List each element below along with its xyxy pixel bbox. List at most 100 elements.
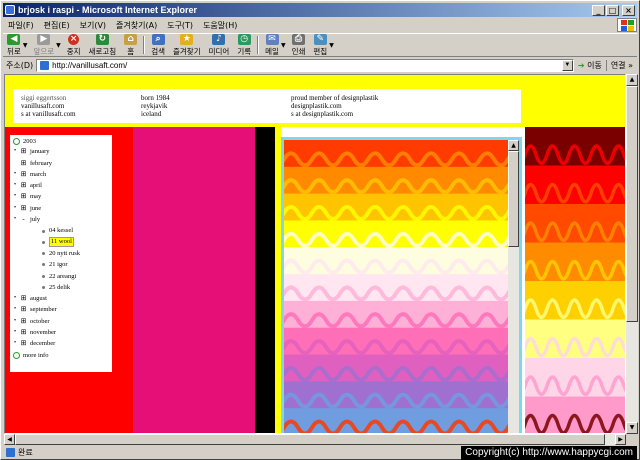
year-item[interactable]: 2003 <box>10 135 112 146</box>
stop-button[interactable]: × 중지 <box>63 33 85 56</box>
print-label: 인쇄 <box>291 46 306 56</box>
links-chevron-icon: » <box>628 61 633 70</box>
scroll-up-icon[interactable]: ▲ <box>626 74 638 86</box>
menu-tools[interactable]: 도구(T) <box>162 20 198 31</box>
month-item-open[interactable]: • - july <box>10 214 112 225</box>
mail-button[interactable]: ✉ 메일 <box>261 33 283 56</box>
scroll-right-icon[interactable]: ▶ <box>615 434 626 445</box>
vertical-scrollbar[interactable]: ▲ ▼ <box>626 74 638 434</box>
post-item[interactable]: 25 delik <box>10 282 112 293</box>
month-label: september <box>30 306 57 314</box>
favorites-button[interactable]: ★ 즐겨찾기 <box>169 33 205 56</box>
window-title: brjosk i raspi - Microsoft Internet Expl… <box>18 5 198 15</box>
expand-plus-icon: ⊞ <box>20 305 27 314</box>
horizontal-scroll-thumb[interactable] <box>15 434 605 445</box>
forward-dropdown-icon[interactable]: ▼ <box>56 42 61 49</box>
author-email-link[interactable]: s at vanillusaft.com <box>21 110 76 118</box>
expand-plus-icon: ⊞ <box>20 147 27 156</box>
expand-plus-icon: ⊞ <box>20 203 27 212</box>
toolbar-separator <box>143 36 146 54</box>
menu-bar: 파일(F) 편집(E) 보기(V) 즐겨찾기(A) 도구(T) 도움말(H) <box>3 18 637 32</box>
maximize-button[interactable]: □ <box>606 4 619 16</box>
scroll-down-icon[interactable]: ▼ <box>626 422 638 434</box>
artwork-scroll-thumb[interactable] <box>508 151 519 247</box>
horizontal-scrollbar[interactable]: ◀ ▶ <box>4 434 626 445</box>
month-item[interactable]: • ⊞ october <box>10 316 112 327</box>
vertical-scroll-thumb[interactable] <box>626 86 638 322</box>
group-email-link[interactable]: s at designplastik.com <box>291 110 378 118</box>
post-item-selected[interactable]: 11 wool <box>10 237 112 248</box>
bullet-icon: • <box>13 170 17 177</box>
post-item[interactable]: 04 kessel <box>10 225 112 236</box>
artwork-frame: ▲ <box>281 137 522 433</box>
more-info-label: more info <box>23 351 49 359</box>
author-site-link[interactable]: vanillusaft.com <box>21 102 76 110</box>
history-button[interactable]: ◷ 기록 <box>233 33 255 56</box>
print-icon: ⎙ <box>291 33 305 45</box>
edit-button[interactable]: ✎ 편집 <box>309 33 331 56</box>
month-item[interactable]: • ⊞ january <box>10 146 112 157</box>
bullet-icon: • <box>13 329 17 336</box>
forward-button[interactable]: ▶ 앞으로 <box>29 33 58 56</box>
post-label: 04 kessel <box>49 227 74 235</box>
mail-dropdown-icon[interactable]: ▼ <box>281 42 286 49</box>
edit-dropdown-icon[interactable]: ▼ <box>329 42 334 49</box>
month-item[interactable]: ⊞ february <box>10 158 112 169</box>
scroll-left-icon[interactable]: ◀ <box>4 434 15 445</box>
post-label: 20 nytt rusk <box>49 249 81 257</box>
menu-help[interactable]: 도움말(H) <box>198 20 242 31</box>
post-item[interactable]: 21 igor <box>10 259 112 270</box>
minimize-button[interactable]: _ <box>592 4 605 16</box>
post-dot-icon <box>42 286 45 289</box>
address-url[interactable]: http://vanillusaft.com/ <box>52 61 562 70</box>
post-item[interactable]: 20 nytt rusk <box>10 248 112 259</box>
bullet-icon: • <box>13 295 17 302</box>
month-item[interactable]: • ⊞ december <box>10 338 112 349</box>
month-item[interactable]: • ⊞ june <box>10 203 112 214</box>
city: reykjavik <box>141 102 168 110</box>
page-viewport: siggi eggertsson vanillusaft.com s at va… <box>4 74 626 434</box>
menu-view[interactable]: 보기(V) <box>75 20 111 31</box>
menu-edit[interactable]: 편집(E) <box>39 20 75 31</box>
month-label: august <box>30 295 47 303</box>
month-item[interactable]: • ⊞ august <box>10 293 112 304</box>
close-button[interactable]: × <box>622 4 635 16</box>
month-item[interactable]: • ⊞ september <box>10 304 112 315</box>
month-item[interactable]: • ⊞ april <box>10 180 112 191</box>
back-button[interactable]: ◀ 뒤로 <box>3 33 25 56</box>
month-item[interactable]: • ⊞ november <box>10 327 112 338</box>
refresh-icon: ↻ <box>95 33 109 45</box>
info-box: siggi eggertsson vanillusaft.com s at va… <box>13 89 521 123</box>
print-button[interactable]: ⎙ 인쇄 <box>288 33 310 56</box>
back-dropdown-icon[interactable]: ▼ <box>23 42 28 49</box>
media-button[interactable]: ♪ 미디어 <box>205 33 234 56</box>
group-site-link[interactable]: designplastik.com <box>291 102 378 110</box>
links-button[interactable]: 연결 » <box>605 60 637 71</box>
search-button[interactable]: ⌕ 검색 <box>147 33 169 56</box>
address-label: 주소(D) <box>6 61 34 70</box>
expand-plus-icon: ⊞ <box>20 328 27 337</box>
month-item[interactable]: • ⊞ may <box>10 191 112 202</box>
bullet-icon: • <box>13 148 17 155</box>
ie-icon <box>5 5 15 15</box>
more-info-link[interactable]: more info <box>10 350 112 361</box>
post-dot-icon <box>42 274 45 278</box>
month-item[interactable]: • ⊞ march <box>10 169 112 180</box>
menu-file[interactable]: 파일(F) <box>3 20 39 31</box>
home-icon: ⌂ <box>124 33 138 45</box>
favorites-star-icon: ★ <box>180 33 194 45</box>
mail-icon: ✉ <box>265 33 279 45</box>
address-dropdown-icon[interactable]: ▼ <box>561 60 573 71</box>
artwork-scrollbar[interactable]: ▲ <box>508 140 519 433</box>
refresh-label: 새로고침 <box>88 46 117 56</box>
home-button[interactable]: ⌂ 홈 <box>120 33 141 56</box>
title-bar[interactable]: brjosk i raspi - Microsoft Internet Expl… <box>3 3 637 17</box>
expand-plus-icon: ⊞ <box>20 181 27 190</box>
post-item[interactable]: 22 areangi <box>10 271 112 282</box>
address-input[interactable]: http://vanillusaft.com/ ▼ <box>36 59 574 72</box>
menu-favorites[interactable]: 즐겨찾기(A) <box>111 20 162 31</box>
scroll-up-icon[interactable]: ▲ <box>508 140 519 151</box>
refresh-button[interactable]: ↻ 새로고침 <box>85 33 121 56</box>
go-button[interactable]: ➔ 이동 <box>574 60 606 71</box>
browser-window: brjosk i raspi - Microsoft Internet Expl… <box>0 0 640 460</box>
